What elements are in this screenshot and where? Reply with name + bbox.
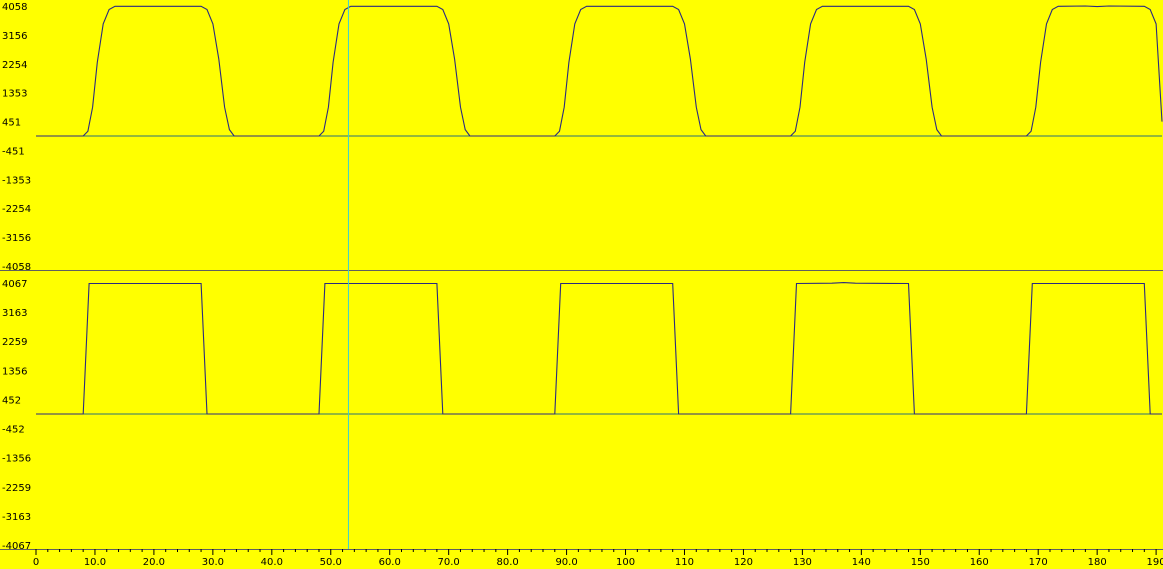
x-tick-label: 90.0: [555, 557, 577, 568]
x-tick-label: 190: [1147, 557, 1163, 568]
y-tick-label: -3156: [2, 233, 31, 244]
chart-background: [0, 0, 1163, 569]
x-tick-label: 170: [1029, 557, 1048, 568]
x-tick-label: 70.0: [438, 557, 460, 568]
x-tick-label: 10.0: [84, 557, 106, 568]
y-tick-label: -2254: [2, 204, 31, 215]
y-tick-label: 1353: [2, 89, 27, 100]
x-tick-label: 0: [33, 557, 39, 568]
x-tick-label: 130: [793, 557, 812, 568]
x-tick-label: 30.0: [202, 557, 224, 568]
x-tick-label: 100: [616, 557, 635, 568]
y-tick-label: 2254: [2, 60, 27, 71]
x-tick-label: 160: [970, 557, 989, 568]
y-tick-label: -3163: [2, 512, 31, 523]
y-tick-label: 4058: [2, 2, 27, 13]
y-tick-label: 1356: [2, 366, 27, 377]
y-tick-label: 2259: [2, 337, 27, 348]
y-tick-label: -4058: [2, 262, 31, 273]
y-tick-label: 3156: [2, 31, 27, 42]
x-tick-label: 20.0: [143, 557, 165, 568]
y-tick-label: -1356: [2, 454, 31, 465]
y-tick-label: 451: [2, 118, 21, 129]
y-tick-label: 452: [2, 395, 21, 406]
x-tick-label: 110: [675, 557, 694, 568]
y-tick-label: -4067: [2, 541, 31, 552]
y-tick-label: 4067: [2, 279, 27, 290]
y-tick-label: 3163: [2, 308, 27, 319]
y-tick-label: -452: [2, 425, 25, 436]
y-tick-label: -451: [2, 146, 25, 157]
y-tick-label: -1353: [2, 175, 31, 186]
x-tick-label: 50.0: [320, 557, 342, 568]
oscilloscope-chart: 4058 3156 2254 1353 451 -451 -1353 -2254 -3156 -4…: [0, 0, 1163, 569]
x-tick-label: 40.0: [261, 557, 283, 568]
x-tick-label: 60.0: [379, 557, 401, 568]
x-tick-label: 140: [852, 557, 871, 568]
x-tick-label: 120: [734, 557, 753, 568]
x-tick-label: 180: [1088, 557, 1107, 568]
x-tick-label: 80.0: [496, 557, 518, 568]
x-tick-label: 150: [911, 557, 930, 568]
y-tick-label: -2259: [2, 483, 31, 494]
